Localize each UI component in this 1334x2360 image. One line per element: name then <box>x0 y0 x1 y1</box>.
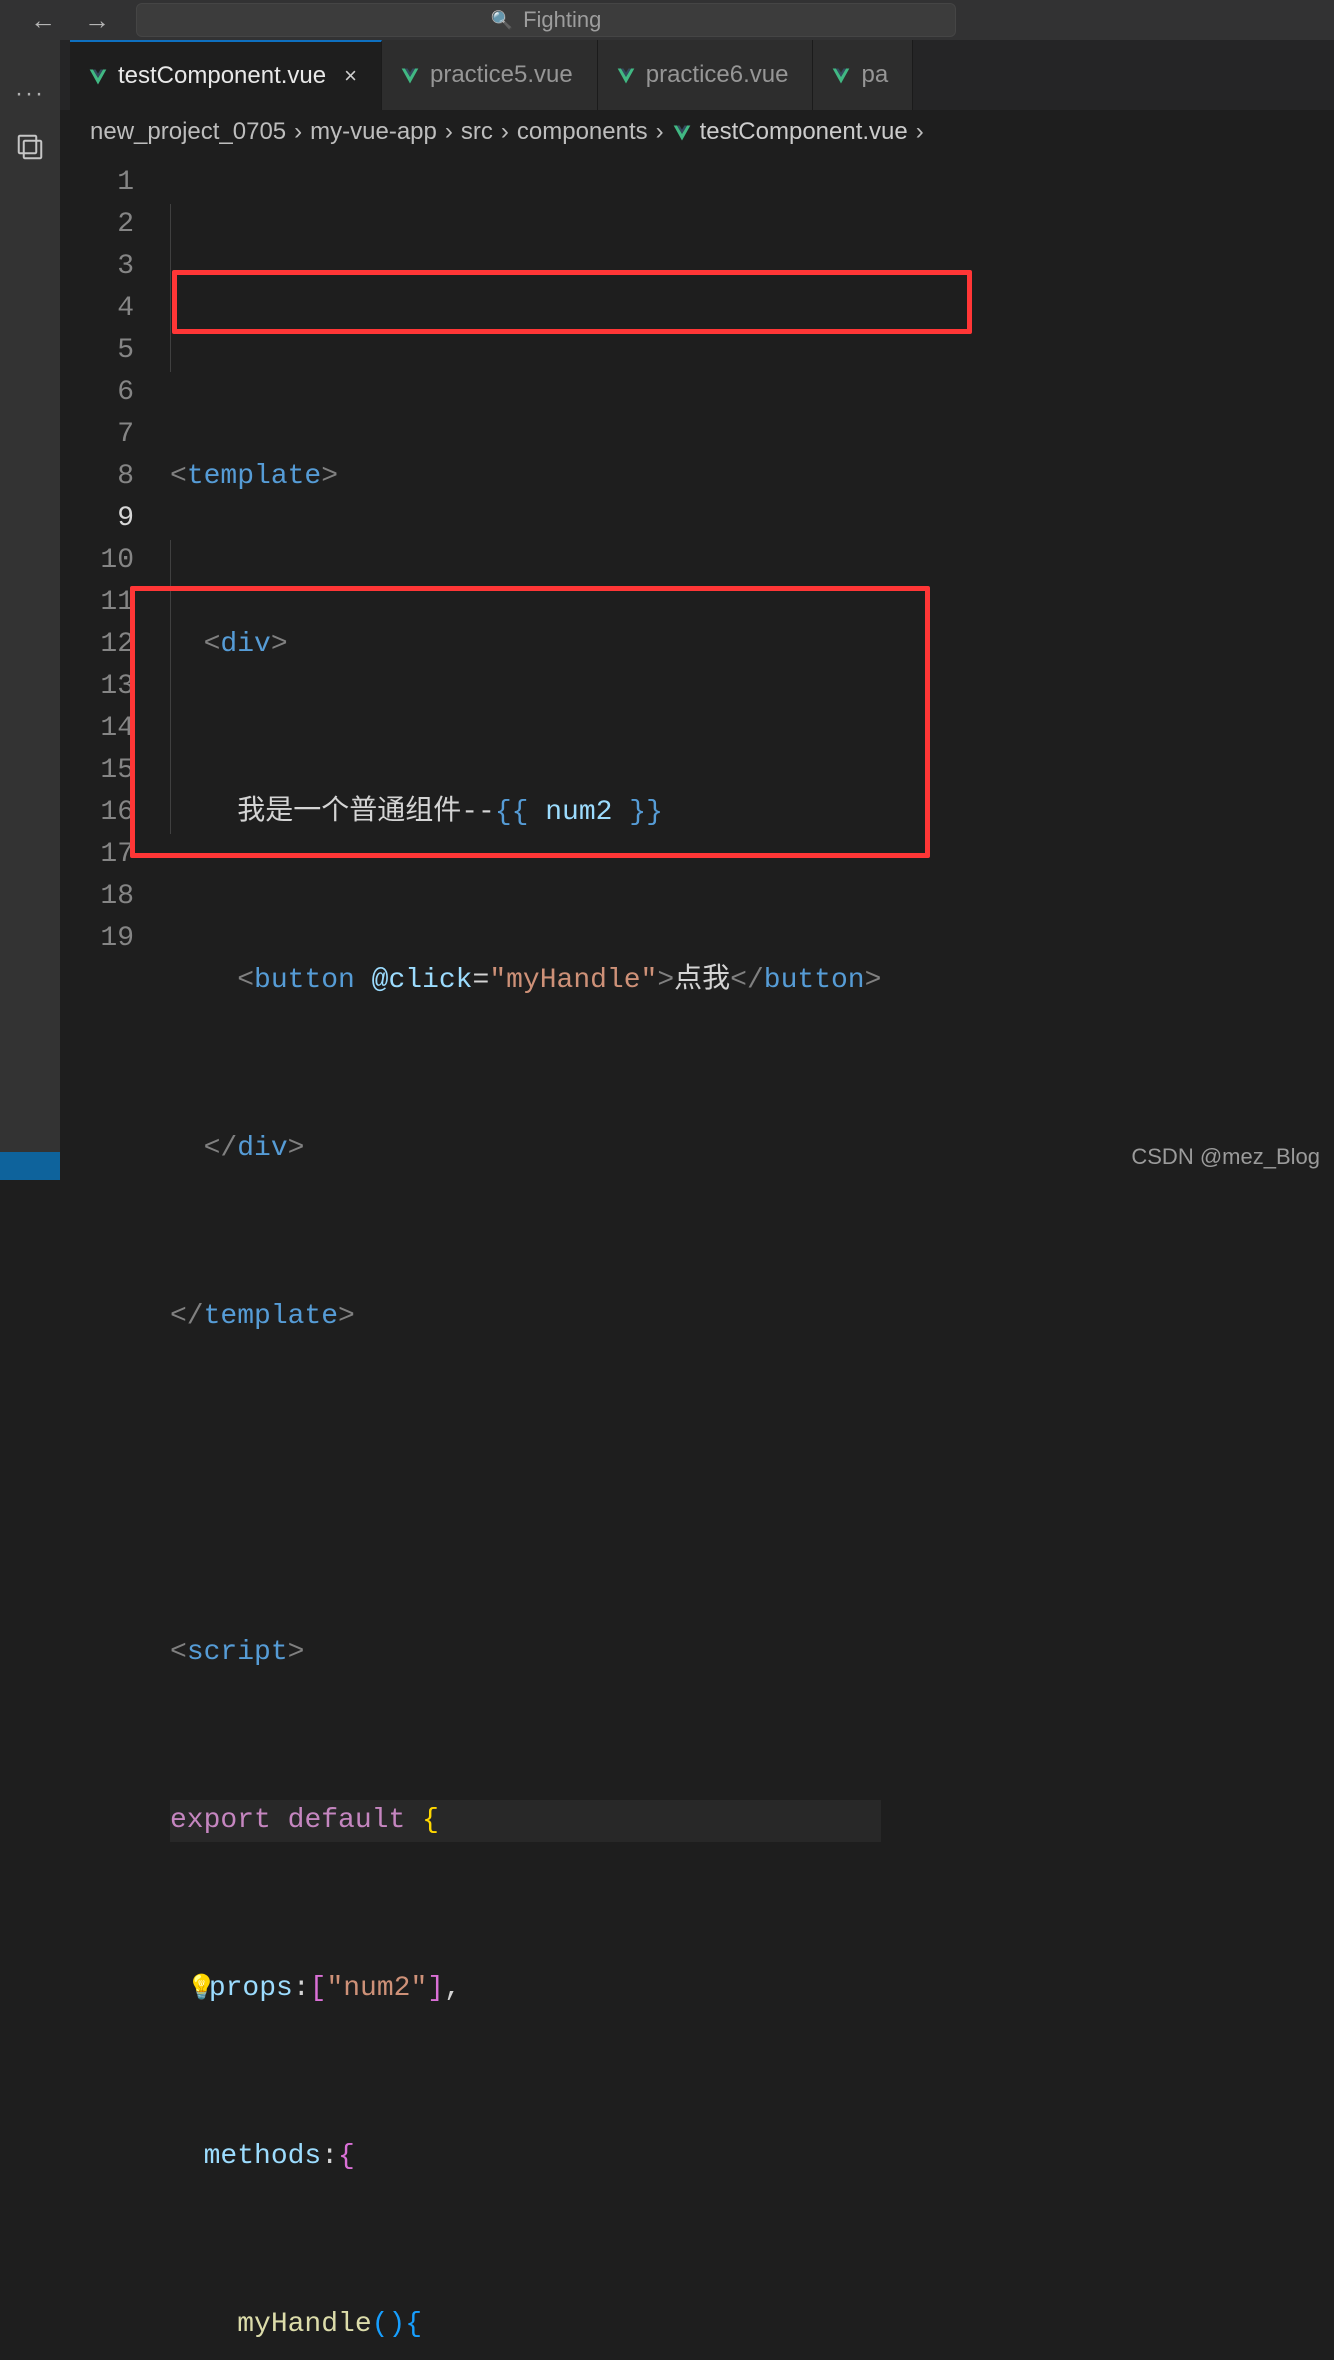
watermark: CSDN @mez_Blog <box>1131 1144 1320 1170</box>
search-box[interactable]: 🔍 Fighting <box>136 3 956 37</box>
code-line: </div> <box>170 1128 881 1170</box>
tab-label: testComponent.vue <box>118 62 326 90</box>
overflow-menu-icon[interactable]: ··· <box>0 80 60 108</box>
search-icon: 🔍 <box>491 10 513 31</box>
activity-indicator <box>0 1152 60 1180</box>
code-line: methods:{ <box>170 2136 881 2178</box>
chevron-right-icon: › <box>656 118 664 146</box>
command-bar: ← → 🔍 Fighting <box>0 0 1334 40</box>
search-placeholder: Fighting <box>523 7 601 33</box>
tab-overflow[interactable]: pa <box>813 40 913 110</box>
code-line: 💡props:["num2"], <box>170 1968 881 2010</box>
indent-guide <box>170 204 171 372</box>
crumb[interactable]: components <box>517 118 648 146</box>
code-line: export default { <box>170 1800 881 1842</box>
code-line: <script> <box>170 1632 881 1674</box>
crumb[interactable]: src <box>461 118 493 146</box>
vue-icon <box>88 66 108 86</box>
vue-icon <box>400 65 420 85</box>
tab-label: pa <box>861 61 888 89</box>
crumb-file[interactable]: testComponent.vue <box>700 118 908 146</box>
code-content[interactable]: <template> <div> 我是一个普通组件--{{ num2 }} <b… <box>152 162 881 2360</box>
code-line: myHandle(){ <box>170 2304 881 2346</box>
code-line: <div> <box>170 624 881 666</box>
indent-guide <box>170 540 171 834</box>
back-arrow-icon[interactable]: ← <box>30 5 56 36</box>
vue-icon <box>831 65 851 85</box>
tab-practice5[interactable]: practice5.vue <box>382 40 598 110</box>
activity-bar: ··· <box>0 40 60 1180</box>
tab-label: practice5.vue <box>430 61 573 89</box>
forward-arrow-icon[interactable]: → <box>84 5 110 36</box>
code-line: 我是一个普通组件--{{ num2 }} <box>170 792 881 834</box>
tab-label: practice6.vue <box>646 61 789 89</box>
code-line: </template> <box>170 1296 881 1338</box>
line-number-gutter: 1 2 3 4 5 6 7 8 9 10 11 12 13 14 15 16 1… <box>60 162 152 2360</box>
code-line <box>170 1464 881 1506</box>
tab-practice6[interactable]: practice6.vue <box>598 40 814 110</box>
code-line: <template> <box>170 456 881 498</box>
chevron-right-icon: › <box>445 118 453 146</box>
crumb[interactable]: new_project_0705 <box>90 118 286 146</box>
vue-icon <box>672 122 692 142</box>
close-icon[interactable]: × <box>344 63 357 89</box>
tab-bar: testComponent.vue × practice5.vue practi… <box>60 40 1334 110</box>
breadcrumb[interactable]: new_project_0705 › my-vue-app › src › co… <box>60 110 1334 154</box>
annotation-box <box>172 270 972 334</box>
chevron-right-icon: › <box>501 118 509 146</box>
lightbulb-icon[interactable]: 💡 <box>187 1969 209 2011</box>
chevron-right-icon: › <box>916 118 924 146</box>
code-editor[interactable]: 1 2 3 4 5 6 7 8 9 10 11 12 13 14 15 16 1… <box>60 154 1334 2360</box>
crumb[interactable]: my-vue-app <box>310 118 437 146</box>
code-line: <button @click="myHandle">点我</button> <box>170 960 881 1002</box>
chevron-right-icon: › <box>294 118 302 146</box>
vue-icon <box>616 65 636 85</box>
editors-icon[interactable] <box>0 132 60 167</box>
nav-arrows: ← → <box>30 5 110 36</box>
tab-testcomponent[interactable]: testComponent.vue × <box>70 40 382 110</box>
main-area: testComponent.vue × practice5.vue practi… <box>60 40 1334 1180</box>
